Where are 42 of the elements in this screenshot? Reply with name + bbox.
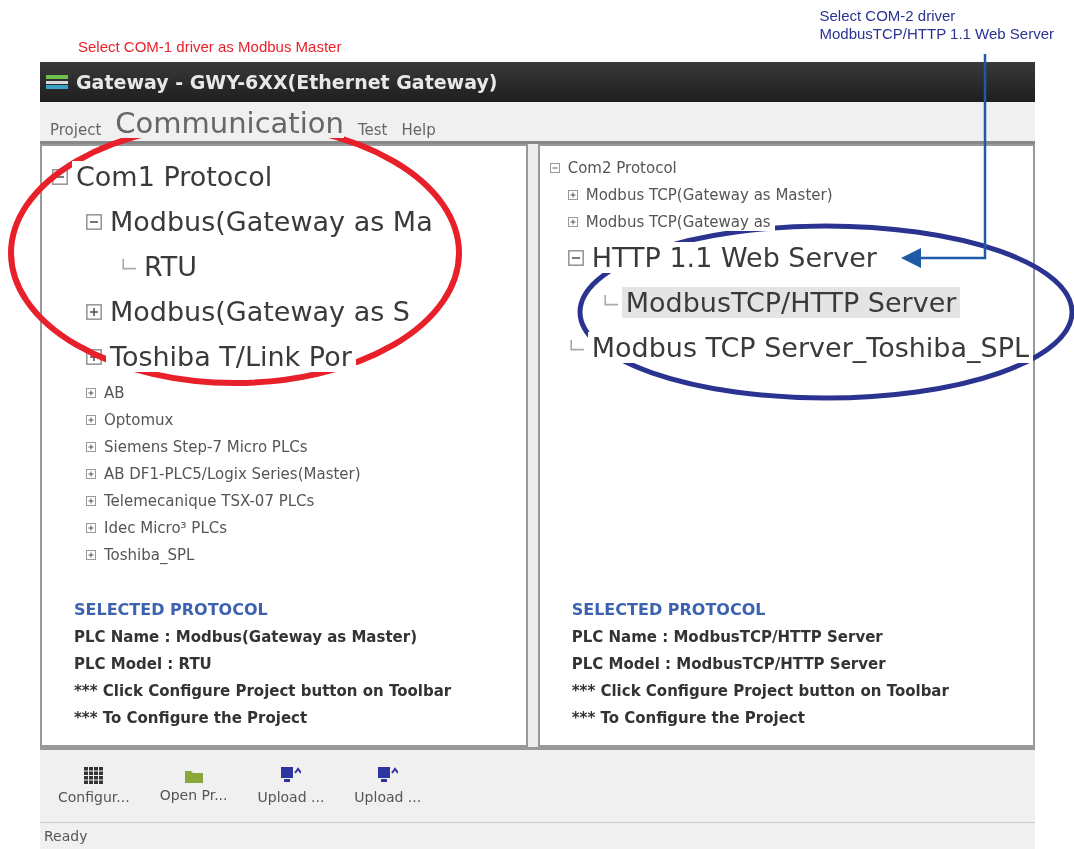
computer-icon [377, 767, 398, 785]
expand-icon[interactable] [86, 414, 96, 425]
info-line: *** To Configure the Project [74, 709, 309, 727]
app-icon [46, 74, 68, 90]
info-line: PLC Name : ModbusTCP/HTTP Server [571, 628, 884, 646]
section-heading: SELECTED PROTOCOL [571, 600, 767, 619]
info-line: PLC Model : RTU [74, 655, 213, 673]
info-line: *** To Configure the Project [571, 709, 806, 727]
status-text: Ready [44, 828, 88, 844]
expand-icon[interactable] [86, 303, 102, 320]
menu-item[interactable]: Test [357, 123, 388, 138]
window-title: Gateway - GWY-6XX(Ethernet Gateway) [76, 71, 498, 93]
info-line: PLC Model : ModbusTCP/HTTP Server [571, 655, 887, 673]
annotation-text: Select COM-2 driver ModbusTCP/HTTP 1.1 Web Server [819, 7, 1054, 43]
collapse-icon[interactable] [567, 249, 584, 266]
tree-item[interactable]: ModbusTCP/HTTP Server [621, 287, 961, 318]
info-line: PLC Name : Modbus(Gateway as Master) [74, 628, 418, 646]
expand-icon[interactable] [567, 216, 578, 227]
toolbar-button[interactable]: Upload ... [253, 763, 329, 809]
tree-item[interactable]: Modbus TCP Server_Toshiba_SPL [587, 332, 1033, 363]
expand-icon[interactable] [86, 441, 96, 452]
collapse-icon[interactable] [86, 213, 102, 230]
annotation-text: Select COM-1 driver as Modbus Master [78, 38, 342, 56]
computer-icon [280, 767, 301, 785]
info-line: *** Click Configure Project button on Toolbar [74, 682, 453, 700]
toolbar-button[interactable]: Upload ... [350, 763, 426, 809]
expand-icon[interactable] [86, 468, 96, 479]
expand-icon[interactable] [86, 549, 96, 560]
collapse-icon[interactable] [549, 162, 560, 173]
folder-icon [184, 769, 203, 783]
info-line: *** Click Configure Project button on Toolbar [571, 682, 950, 700]
menu-item[interactable]: Communication [115, 109, 344, 138]
menu-item[interactable]: Help [401, 123, 436, 138]
expand-icon[interactable] [567, 189, 578, 200]
toolbar-button[interactable]: Configur... [54, 763, 134, 809]
expand-icon[interactable] [86, 387, 96, 398]
menu-item[interactable]: Project [50, 123, 102, 138]
toolbar-button[interactable]: Open Pr... [155, 765, 232, 807]
expand-icon[interactable] [86, 522, 96, 533]
grid-icon [83, 767, 104, 785]
expand-icon[interactable] [86, 495, 96, 506]
section-heading: SELECTED PROTOCOL [74, 600, 269, 619]
